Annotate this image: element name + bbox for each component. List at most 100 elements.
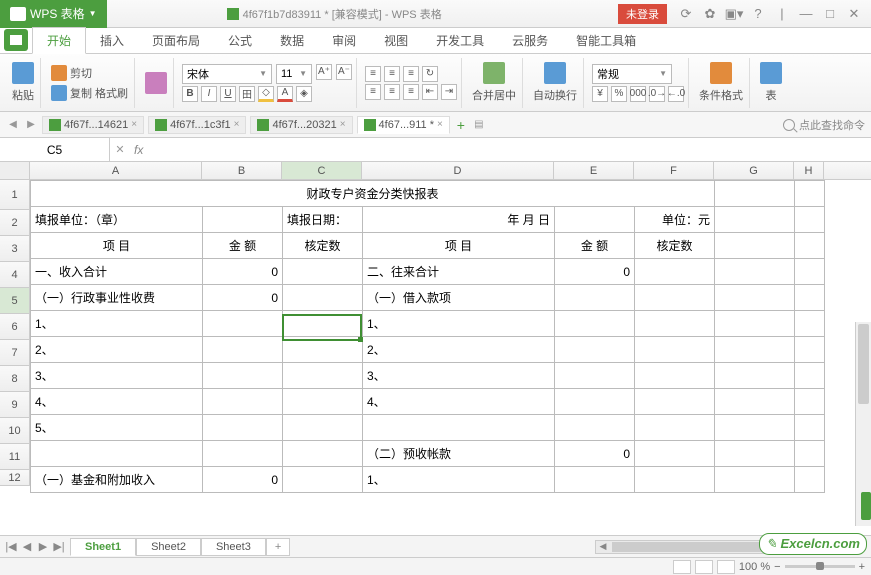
doctab-add[interactable]: + [454,117,468,133]
login-button[interactable]: 未登录 [618,4,667,24]
border-button[interactable]: 田 [239,86,255,102]
cell-D12[interactable]: 1、 [363,467,555,493]
tab-data[interactable]: 数据 [266,28,318,53]
view-normal-button[interactable] [673,560,691,574]
scrollbar-thumb[interactable] [858,324,869,404]
row-6[interactable]: 6 [0,314,30,340]
doctab-list[interactable]: ▤ [472,119,486,130]
tab-formula[interactable]: 公式 [214,28,266,53]
row-9[interactable]: 9 [0,392,30,418]
cell-E3[interactable]: 金 额 [555,233,635,259]
font-size-select[interactable]: 11▼ [276,64,312,84]
cell-D4[interactable]: 二、往来合计 [363,259,555,285]
align-left-button[interactable]: ≡ [365,84,381,100]
maximize-button[interactable]: □ [819,3,841,25]
tab-review[interactable]: 审阅 [318,28,370,53]
zoom-level[interactable]: 100 % [739,561,770,573]
merge-button[interactable]: 合并居中 [470,61,518,104]
row-4[interactable]: 4 [0,262,30,288]
cell-C3[interactable]: 核定数 [283,233,363,259]
row-7[interactable]: 7 [0,340,30,366]
minimize-button[interactable]: — [795,3,817,25]
sheet-tab-2[interactable]: Sheet2 [136,538,201,556]
fx-cancel-button[interactable]: ✕ [110,143,130,156]
doc-tab-0[interactable]: 4f67f...14621× [42,116,144,134]
col-A[interactable]: A [30,162,202,179]
tab-view[interactable]: 视图 [370,28,422,53]
sheet-add-button[interactable]: + [266,538,290,556]
cell-A6[interactable]: 1、 [31,311,203,337]
settings-icon[interactable]: ✿ [699,3,721,25]
close-icon[interactable]: × [340,119,346,130]
row-5[interactable]: 5 [0,288,30,314]
cell-A5[interactable]: （一）行政事业性收费 [31,285,203,311]
cut-button[interactable]: 剪切 [49,64,130,82]
tab-dev[interactable]: 开发工具 [422,28,498,53]
indent-dec-button[interactable]: ⇤ [422,84,438,100]
cell-A9[interactable]: 4、 [31,389,203,415]
align-bot-button[interactable]: ≡ [403,66,419,82]
col-H[interactable]: H [794,162,824,179]
cell-B3[interactable]: 金 额 [203,233,283,259]
tab-tools[interactable]: 智能工具箱 [562,28,650,53]
cell-D9[interactable]: 4、 [363,389,555,415]
cell-C5[interactable] [283,285,363,311]
paste-button[interactable]: 粘贴 [10,61,36,104]
cell-A3[interactable]: 项 目 [31,233,203,259]
indent-inc-button[interactable]: ⇥ [441,84,457,100]
doctab-scroll-left[interactable]: ◀ [6,119,20,130]
doc-tab-3[interactable]: 4f67...911 *× [357,116,450,134]
cell-D8[interactable]: 3、 [363,363,555,389]
tab-layout[interactable]: 页面布局 [138,28,214,53]
col-G[interactable]: G [714,162,794,179]
align-right-button[interactable]: ≡ [403,84,419,100]
font-select[interactable]: 宋体▼ [182,64,272,84]
cell-D7[interactable]: 2、 [363,337,555,363]
spreadsheet-grid[interactable]: A B C D E F G H 1 2 3 4 5 6 7 8 9 10 11 … [0,162,871,552]
close-icon[interactable]: × [234,119,240,130]
cell-F5[interactable] [635,285,715,311]
cell-E2[interactable] [555,207,635,233]
row-10[interactable]: 10 [0,418,30,444]
close-icon[interactable]: × [437,119,443,130]
zoom-out-button[interactable]: − [774,561,780,573]
comma-button[interactable]: 000 [630,86,646,102]
italic-button[interactable]: I [201,86,217,102]
app-menu[interactable]: WPS 表格 ▼ [0,0,107,28]
doctab-scroll-right[interactable]: ▶ [24,119,38,130]
align-mid-button[interactable]: ≡ [384,66,400,82]
bold-button[interactable]: B [182,86,198,102]
cell-E5[interactable] [555,285,635,311]
col-D[interactable]: D [362,162,554,179]
command-search[interactable]: 点此查找命令 [783,117,865,133]
tab-insert[interactable]: 插入 [86,28,138,53]
hscroll-left[interactable]: ◀ [596,541,610,553]
row-1[interactable]: 1 [0,180,30,210]
table-style-button[interactable]: 表 [758,61,784,104]
sheet-nav-last[interactable]: ▶| [52,540,66,553]
inc-decimal-button[interactable]: .0→ [649,86,665,102]
cell-A10[interactable]: 5、 [31,415,203,441]
cell-A8[interactable]: 3、 [31,363,203,389]
format-painter-button[interactable]: 格式刷 [95,85,128,101]
view-layout-button[interactable] [695,560,713,574]
cell-B4[interactable]: 0 [203,259,283,285]
clear-format-button[interactable]: ◈ [296,86,312,102]
select-all-corner[interactable] [0,162,30,179]
cell-D11[interactable]: （二）预收帐款 [363,441,555,467]
align-center-button[interactable]: ≡ [384,84,400,100]
cell-D3[interactable]: 项 目 [363,233,555,259]
scrollbar-thumb[interactable] [612,542,762,552]
col-E[interactable]: E [554,162,634,179]
row-12[interactable]: 12 [0,470,30,486]
currency-button[interactable]: ¥ [592,86,608,102]
number-format-select[interactable]: 常规▼ [592,64,672,84]
col-F[interactable]: F [634,162,714,179]
copy-button[interactable]: 复制 格式刷 [49,84,130,102]
row-8[interactable]: 8 [0,366,30,392]
cell-F4[interactable] [635,259,715,285]
dec-decimal-button[interactable]: ←.0 [668,86,684,102]
increase-font-button[interactable]: A⁺ [316,64,332,80]
cond-format-button[interactable]: 条件格式 [697,61,745,104]
cell-table[interactable]: 财政专户资金分类快报表 填报单位：（章） 填报日期： 年 月 日 单位：元 项 … [30,180,825,493]
